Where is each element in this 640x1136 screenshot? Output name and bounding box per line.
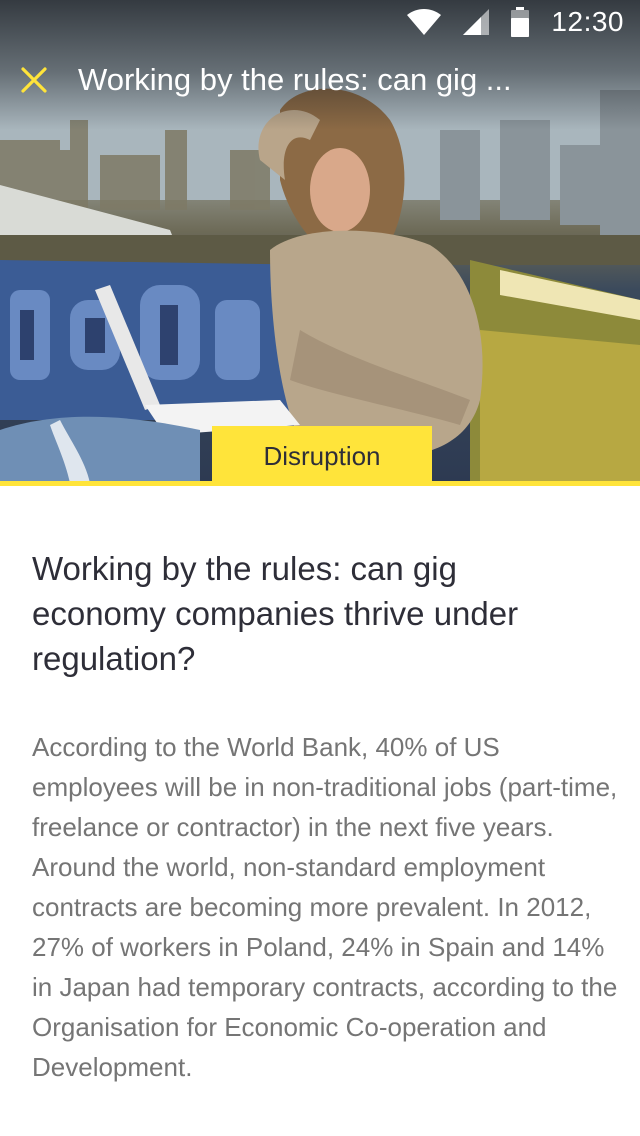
article-content: Working by the rules: can gig economy co… [32,546,622,1087]
article-headline: Working by the rules: can gig economy co… [32,550,519,677]
article-screen: 12:30 Working by the rules: can gig ... … [0,0,640,1136]
category-tag[interactable]: Disruption [212,426,432,486]
wifi-icon [407,9,442,35]
battery-icon [511,7,530,37]
article-paragraph: Around the world, non-standard employmen… [32,852,618,1082]
close-icon [21,67,47,93]
close-button[interactable] [0,52,68,108]
article-paragraph: According to the World Bank, 40% of US e… [32,732,618,842]
toolbar-title: Working by the rules: can gig ... [78,62,512,97]
status-time: 12:30 [551,6,624,37]
article-toolbar: Working by the rules: can gig ... [0,52,640,108]
article-body: According to the World Bank, 40% of US e… [32,727,622,1087]
status-bar: 12:30 [0,0,640,44]
cell-signal-icon [463,9,490,35]
